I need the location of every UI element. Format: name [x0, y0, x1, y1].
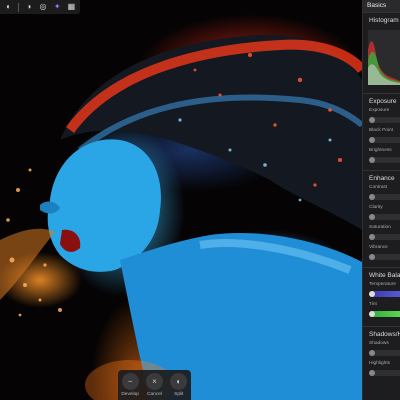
bottom-action-bar: − Develop × Cancel ◐ Split	[118, 370, 191, 400]
slider-knob[interactable]	[369, 254, 375, 260]
minus-icon: −	[121, 373, 139, 390]
revert-label: Develop	[121, 392, 139, 397]
black-point-label: Black Point	[369, 128, 393, 133]
top-toolbar: ◐ ◑ ◎ ✦ ▦	[0, 0, 80, 14]
enhance-section: Enhance Contrast Clarity Saturation Vibr…	[363, 170, 400, 265]
highlights-slider[interactable]	[369, 370, 400, 376]
temperature-control: Temperature	[363, 282, 400, 302]
vibrance-label: Vibrance	[369, 245, 388, 250]
exposure-section: Exposure Exposure Black Point Brightness	[363, 93, 400, 168]
slider-knob[interactable]	[369, 350, 375, 356]
slider-knob[interactable]	[369, 214, 375, 220]
histogram-chart	[368, 30, 400, 85]
shadows-control: Shadows	[363, 341, 400, 361]
cancel-label: Cancel	[147, 392, 162, 397]
adjustments-panel: Basics Histogram Exposure Exposure Black…	[362, 0, 400, 400]
slider-knob[interactable]	[369, 137, 375, 143]
clarity-control: Clarity	[363, 205, 400, 225]
slider-knob[interactable]	[369, 157, 375, 163]
tint-label: Tint	[369, 302, 377, 307]
vibrance-slider[interactable]	[369, 254, 400, 260]
brightness-slider[interactable]	[369, 157, 400, 163]
slider-knob[interactable]	[369, 234, 375, 240]
x-icon: ×	[145, 373, 163, 390]
split-icon: ◐	[170, 373, 188, 390]
exposure-title[interactable]: Exposure	[363, 94, 400, 108]
brush-icon[interactable]: ✦	[53, 2, 62, 12]
exposure-label: Exposure	[369, 108, 390, 113]
slider-knob[interactable]	[369, 311, 375, 317]
brightness-label: Brightness	[369, 148, 392, 153]
saturation-slider[interactable]	[369, 234, 400, 240]
film-strip-icon[interactable]: ▦	[67, 2, 76, 12]
highlights-control: Highlights	[363, 361, 400, 381]
slider-knob[interactable]	[369, 370, 375, 376]
histogram-section: Histogram	[363, 12, 400, 85]
shadows-title[interactable]: Shadows/Hig	[363, 327, 400, 341]
black-point-control: Black Point	[363, 128, 400, 148]
split-button[interactable]: ◐ Split	[168, 373, 190, 397]
shadows-section: Shadows/Hig Shadows Highlights	[363, 326, 400, 381]
enhance-title[interactable]: Enhance	[363, 171, 400, 185]
tint-slider[interactable]	[369, 311, 400, 317]
brightness-control: Brightness	[363, 148, 400, 168]
slider-knob[interactable]	[369, 291, 375, 297]
white-balance-section: White Balance Temperature Tint	[363, 267, 400, 322]
toolbar-divider	[18, 2, 20, 12]
panel-header[interactable]: Basics	[363, 0, 400, 12]
white-balance-title[interactable]: White Balance	[363, 268, 400, 282]
histogram-title[interactable]: Histogram	[363, 13, 400, 27]
shadows-slider[interactable]	[369, 350, 400, 356]
clarity-slider[interactable]	[369, 214, 400, 220]
contrast-slider[interactable]	[369, 194, 400, 200]
tint-control: Tint	[363, 302, 400, 322]
temperature-label: Temperature	[369, 282, 396, 287]
slider-knob[interactable]	[369, 194, 375, 200]
photo-image	[0, 34, 362, 400]
saturation-label: Saturation	[369, 225, 391, 230]
split-label: Split	[174, 392, 184, 397]
shadows-label: Shadows	[369, 341, 389, 346]
contrast-control: Contrast	[363, 185, 400, 205]
black-point-slider[interactable]	[369, 137, 400, 143]
exposure-control: Exposure	[363, 108, 400, 128]
slider-knob[interactable]	[369, 117, 375, 123]
exposure-slider[interactable]	[369, 117, 400, 123]
cancel-button[interactable]: × Cancel	[143, 373, 165, 397]
saturation-control: Saturation	[363, 225, 400, 245]
contrast-label: Contrast	[369, 185, 388, 190]
circle-half-icon[interactable]: ◑	[24, 2, 33, 12]
temperature-slider[interactable]	[369, 291, 400, 297]
revert-button[interactable]: − Develop	[119, 373, 141, 397]
clarity-label: Clarity	[369, 205, 383, 210]
highlights-label: Highlights	[369, 361, 391, 366]
grid-icon[interactable]: ◐	[4, 2, 13, 12]
compare-icon[interactable]: ◎	[38, 2, 47, 12]
photo-canvas[interactable]	[0, 0, 362, 400]
vibrance-control: Vibrance	[363, 245, 400, 265]
